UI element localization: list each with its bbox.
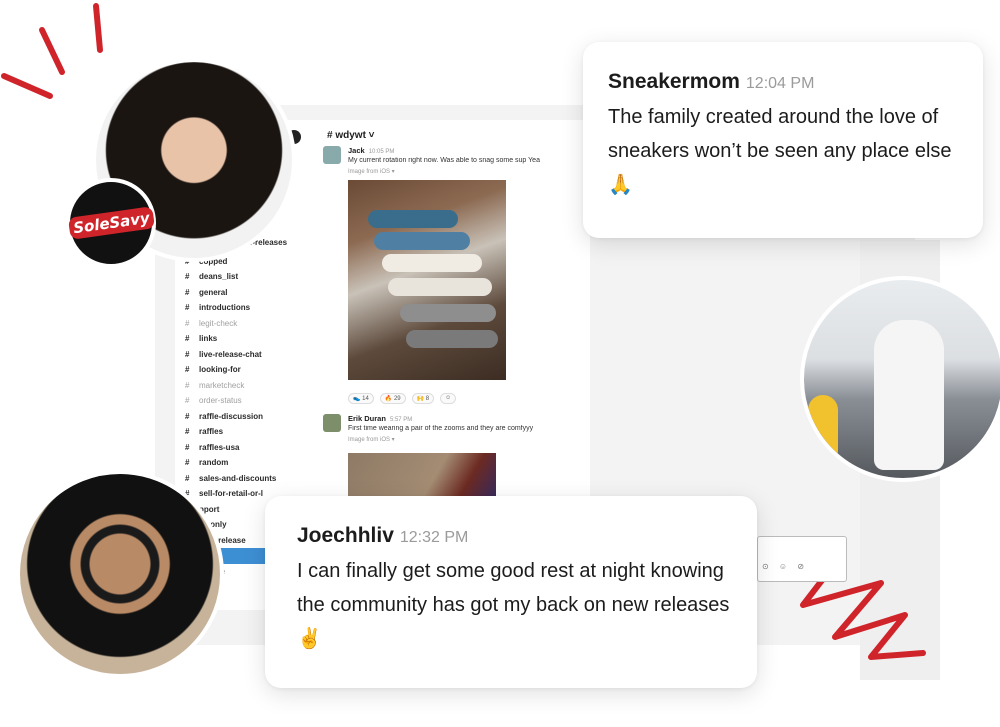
- sidebar-channel-label: legit-check: [199, 318, 238, 328]
- message-time: 10:05 PM: [368, 149, 395, 155]
- sidebar-channel-label: sales-and-discounts: [199, 473, 277, 483]
- hash-icon: #: [185, 318, 190, 328]
- avatar[interactable]: [323, 414, 341, 432]
- sidebar-channel-label: marketcheck: [199, 380, 245, 390]
- sidebar-channel-item[interactable]: # raffles: [185, 424, 305, 440]
- solesavy-logo-text: SoleSavy: [67, 206, 155, 240]
- testimonial-text: I can finally get some good rest at nigh…: [297, 560, 730, 650]
- message-text: My current rotation right now. Was able …: [348, 157, 540, 164]
- sidebar-channel-label: introductions: [199, 303, 251, 312]
- author-name: Joechhliv: [297, 524, 394, 547]
- sidebar-channel-label: live-release-chat: [199, 349, 262, 359]
- hash-icon: #: [185, 458, 190, 467]
- sidebar-channel-label: links: [199, 334, 218, 343]
- hash-icon: #: [185, 349, 190, 359]
- hash-icon: #: [185, 427, 190, 436]
- hash-icon: #: [185, 411, 190, 421]
- attachment-label[interactable]: Image from iOS ▾: [348, 168, 588, 175]
- reaction-pill[interactable]: 👟 14: [348, 393, 374, 404]
- hash-icon: #: [185, 365, 190, 374]
- testimonial-bubble-joechhliv: Joechhliv 12:32 PM I can finally get some…: [265, 496, 757, 688]
- sidebar-channel-label: raffles-usa: [199, 442, 240, 452]
- sidebar-channel-item[interactable]: # looking-for: [185, 362, 305, 378]
- hash-icon: #: [185, 380, 190, 390]
- sidebar-channel-label: raffles: [199, 427, 224, 436]
- testimonial-bubble-sneakermom: Sneakermom 12:04 PM The family created ar…: [583, 42, 983, 238]
- message-author[interactable]: Erik Duran: [348, 414, 386, 423]
- hash-icon: #: [185, 272, 190, 281]
- yellow-object: [808, 395, 838, 465]
- sidebar-channel-item[interactable]: # deans_list: [185, 269, 305, 285]
- reaction-pill[interactable]: 🔥 29: [379, 393, 406, 404]
- person-figure: [874, 320, 944, 470]
- sidebar-channel-item[interactable]: # sales-and-discounts: [185, 471, 305, 487]
- sidebar-channel-item[interactable]: # links: [185, 331, 305, 347]
- message-author[interactable]: Jack: [348, 146, 365, 155]
- sidebar-channel-item[interactable]: # live-release-chat: [185, 347, 305, 363]
- hash-icon: #: [185, 396, 190, 405]
- red-burst-decoration: [1, 3, 103, 99]
- sidebar-channel-label: sell-for-retail-or-l: [199, 489, 264, 498]
- sidebar-channel-item[interactable]: # general: [185, 285, 305, 301]
- message-text-overflow: Yea: [528, 157, 540, 164]
- author-name: Sneakermom: [608, 70, 740, 93]
- hash-icon: #: [185, 473, 190, 483]
- sidebar-channel-label: order-status: [199, 396, 242, 405]
- sidebar-channel-item[interactable]: # marketcheck: [185, 378, 305, 394]
- sneaker-rotation-photo[interactable]: [348, 180, 506, 380]
- joechhliv-photo: [16, 470, 224, 678]
- sidebar-channel-label: looking-for: [199, 365, 241, 374]
- channel-header[interactable]: # wdywt ˅: [327, 130, 375, 141]
- attachment-label[interactable]: Image from iOS ▾: [348, 436, 588, 443]
- message-time: 12:32 PM: [399, 529, 469, 546]
- message-time: 12:04 PM: [745, 75, 815, 92]
- sidebar-channel-item[interactable]: # raffles-usa: [185, 440, 305, 456]
- hash-icon: #: [185, 303, 190, 312]
- sidebar-channel-item[interactable]: # order-status: [185, 393, 305, 409]
- community-member-photo: [800, 276, 1000, 482]
- sidebar-channel-label: deans_list: [199, 272, 239, 281]
- sidebar-channel-item[interactable]: # random: [185, 455, 305, 471]
- sidebar-channel-label: random: [199, 458, 229, 467]
- reaction-pill[interactable]: 🙌 8: [411, 393, 435, 404]
- avatar[interactable]: [323, 146, 341, 164]
- message-text: First time wearing a pair of the zooms a…: [348, 425, 534, 432]
- input-toolbar-icons[interactable]: ⊙ ☺ ⊘: [762, 562, 808, 571]
- message-input[interactable]: [757, 536, 847, 582]
- sidebar-channel-item[interactable]: # legit-check: [185, 316, 305, 332]
- add-reaction-icon[interactable]: ☺: [440, 393, 457, 404]
- testimonial-text: The family created around the love of sn…: [608, 106, 952, 196]
- hash-icon: #: [185, 334, 190, 343]
- reaction-bar: 👟 14 🔥 29 🙌 8 ☺: [348, 393, 457, 404]
- sidebar-channel-label: general: [199, 287, 228, 297]
- sidebar-channel-item[interactable]: # raffle-discussion: [185, 409, 305, 425]
- sidebar-channel-item[interactable]: # introductions: [185, 300, 305, 316]
- hash-icon: #: [185, 287, 190, 297]
- message-time: 5:57 PM: [389, 417, 413, 423]
- hash-icon: #: [185, 442, 190, 452]
- sidebar-channel-label: raffle-discussion: [199, 411, 264, 421]
- solesavy-logo: SoleSavy: [66, 178, 156, 268]
